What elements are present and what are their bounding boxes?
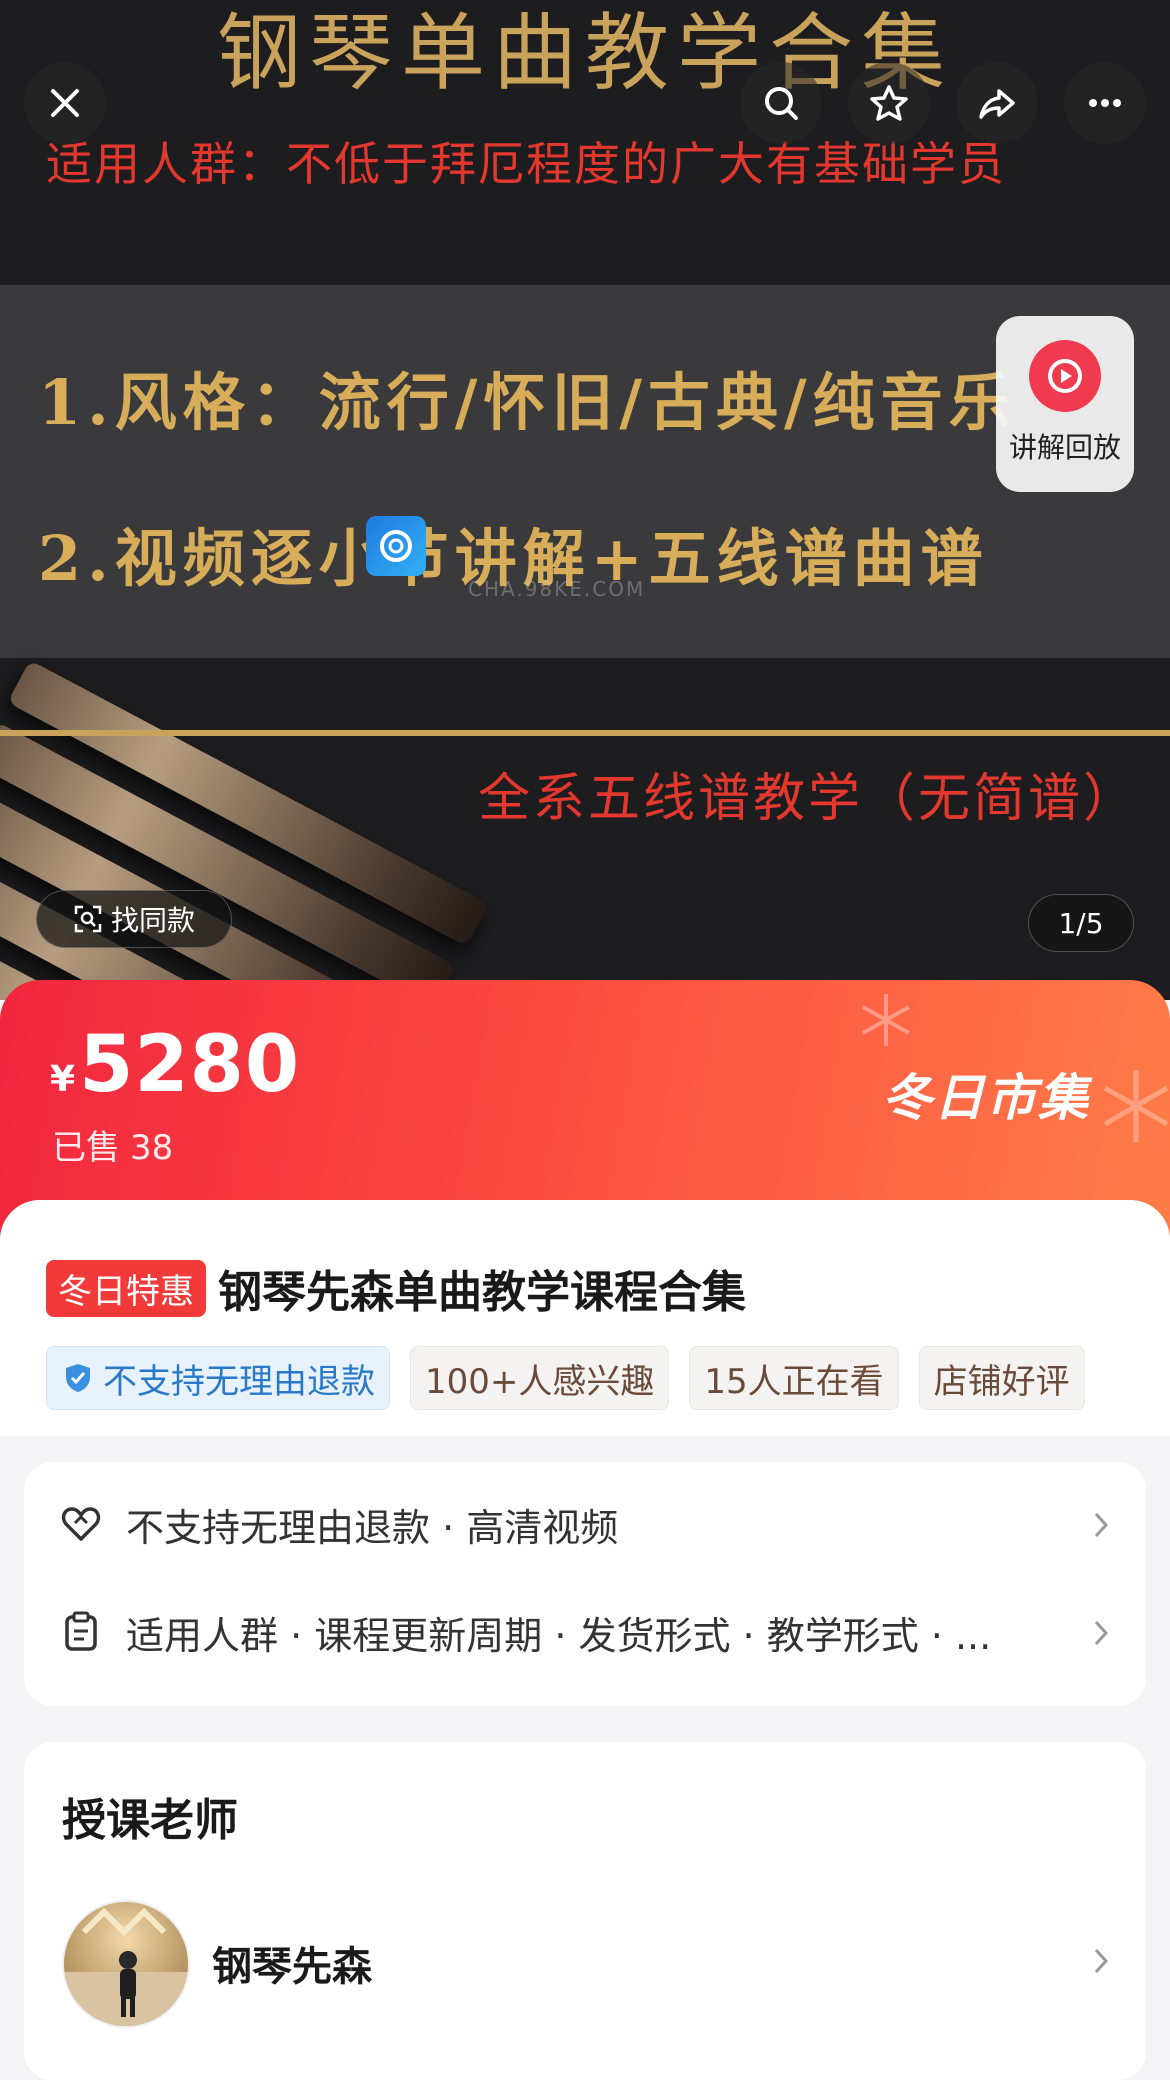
- chevron-right-icon: [1094, 1948, 1109, 1974]
- tag-label: 不支持无理由退款: [103, 1361, 375, 1402]
- product-title: 钢琴先森单曲教学课程合集: [218, 1267, 746, 1318]
- image-counter: 1/5: [1028, 894, 1134, 952]
- price: ¥5280: [50, 1020, 300, 1110]
- hero-staff-note: 全系五线谱教学（无简谱）: [477, 769, 1138, 829]
- search-button[interactable]: [740, 62, 822, 144]
- service-row-guarantee[interactable]: 不支持无理由退款 · 高清视频: [24, 1474, 1146, 1574]
- tag-shop-rating[interactable]: 店铺好评: [918, 1346, 1085, 1410]
- search-icon: [765, 87, 798, 120]
- clipboard-icon: [65, 1611, 97, 1651]
- play-icon: [1029, 340, 1101, 412]
- teacher-row[interactable]: 钢琴先森: [24, 1890, 1146, 2030]
- replay-label: 讲解回放: [1008, 431, 1121, 464]
- service-card: 不支持无理由退款 · 高清视频 适用人群 · 课程更新周期 · 发货形式 · 教…: [24, 1462, 1146, 1706]
- service-text: 适用人群 · 课程更新周期 · 发货形式 · 教学形式 · ...: [126, 1613, 992, 1658]
- hero-divider: [0, 730, 1170, 736]
- replay-explanation-button[interactable]: 讲解回放: [996, 316, 1134, 492]
- snowflake-icon: [1103, 1070, 1169, 1142]
- watermark-logo-icon: [366, 516, 426, 576]
- product-image-carousel[interactable]: 钢琴单曲教学合集 适用人群：不低于拜厄程度的广大有基础学员 1.风格：流行/怀旧…: [0, 0, 1170, 1000]
- sold-count: 已售 38: [52, 1120, 173, 1169]
- tag-viewing[interactable]: 15人正在看: [689, 1346, 899, 1410]
- share-icon: [979, 89, 1015, 119]
- service-row-params[interactable]: 适用人群 · 课程更新周期 · 发货形式 · 教学形式 · ...: [24, 1582, 1146, 1682]
- more-button[interactable]: [1064, 62, 1146, 144]
- promo-brand: 冬日市集: [882, 1069, 1090, 1127]
- tag-interested[interactable]: 100+人感兴趣: [410, 1346, 670, 1410]
- find-same-button[interactable]: 找同款: [36, 890, 232, 948]
- promo-badge: 冬日特惠: [46, 1259, 206, 1317]
- heart-shield-icon: [61, 1507, 101, 1541]
- snowflake-icon: [862, 994, 910, 1046]
- teacher-name: 钢琴先森: [212, 1944, 372, 1990]
- find-same-label: 找同款: [110, 904, 195, 937]
- scan-icon: [74, 905, 102, 933]
- close-icon: [51, 89, 79, 117]
- price-amount: 5280: [79, 1020, 301, 1110]
- product-info-card: 冬日特惠 钢琴先森单曲教学课程合集 不支持无理由退款 100+人感兴趣 15人正…: [0, 1200, 1170, 2080]
- tag-no-refund[interactable]: 不支持无理由退款: [46, 1346, 390, 1410]
- star-icon: [870, 85, 908, 121]
- hero-feature-style: 1.风格：流行/怀旧/古典/纯音乐: [38, 366, 1017, 439]
- product-summary: 冬日特惠 钢琴先森单曲教学课程合集 不支持无理由退款 100+人感兴趣 15人正…: [0, 1200, 1170, 1436]
- avatar: [62, 1900, 190, 2028]
- product-tags: 不支持无理由退款 100+人感兴趣 15人正在看 店铺好评: [46, 1346, 1124, 1412]
- chevron-right-icon: [1094, 1512, 1109, 1538]
- shield-check-icon: [66, 1364, 90, 1392]
- close-button[interactable]: [24, 62, 106, 144]
- chevron-right-icon: [1094, 1620, 1109, 1646]
- favorite-button[interactable]: [848, 62, 930, 144]
- sold-label: 已售: [52, 1128, 120, 1168]
- hero-feature-band: [0, 285, 1170, 658]
- teacher-card: 授课老师 钢琴先森: [24, 1742, 1146, 2080]
- hero-audience-text: 适用人群：不低于拜厄程度的广大有基础学员: [46, 137, 1006, 191]
- price-currency: ¥: [50, 1059, 76, 1100]
- more-icon: [1089, 99, 1121, 107]
- service-text: 不支持无理由退款 · 高清视频: [126, 1505, 619, 1550]
- sold-number: 38: [130, 1128, 174, 1168]
- product-title-row: 冬日特惠 钢琴先森单曲教学课程合集: [46, 1256, 746, 1320]
- watermark-text: CHA.98KE.COM: [468, 577, 646, 601]
- teacher-heading: 授课老师: [62, 1795, 238, 1846]
- share-button[interactable]: [956, 62, 1038, 144]
